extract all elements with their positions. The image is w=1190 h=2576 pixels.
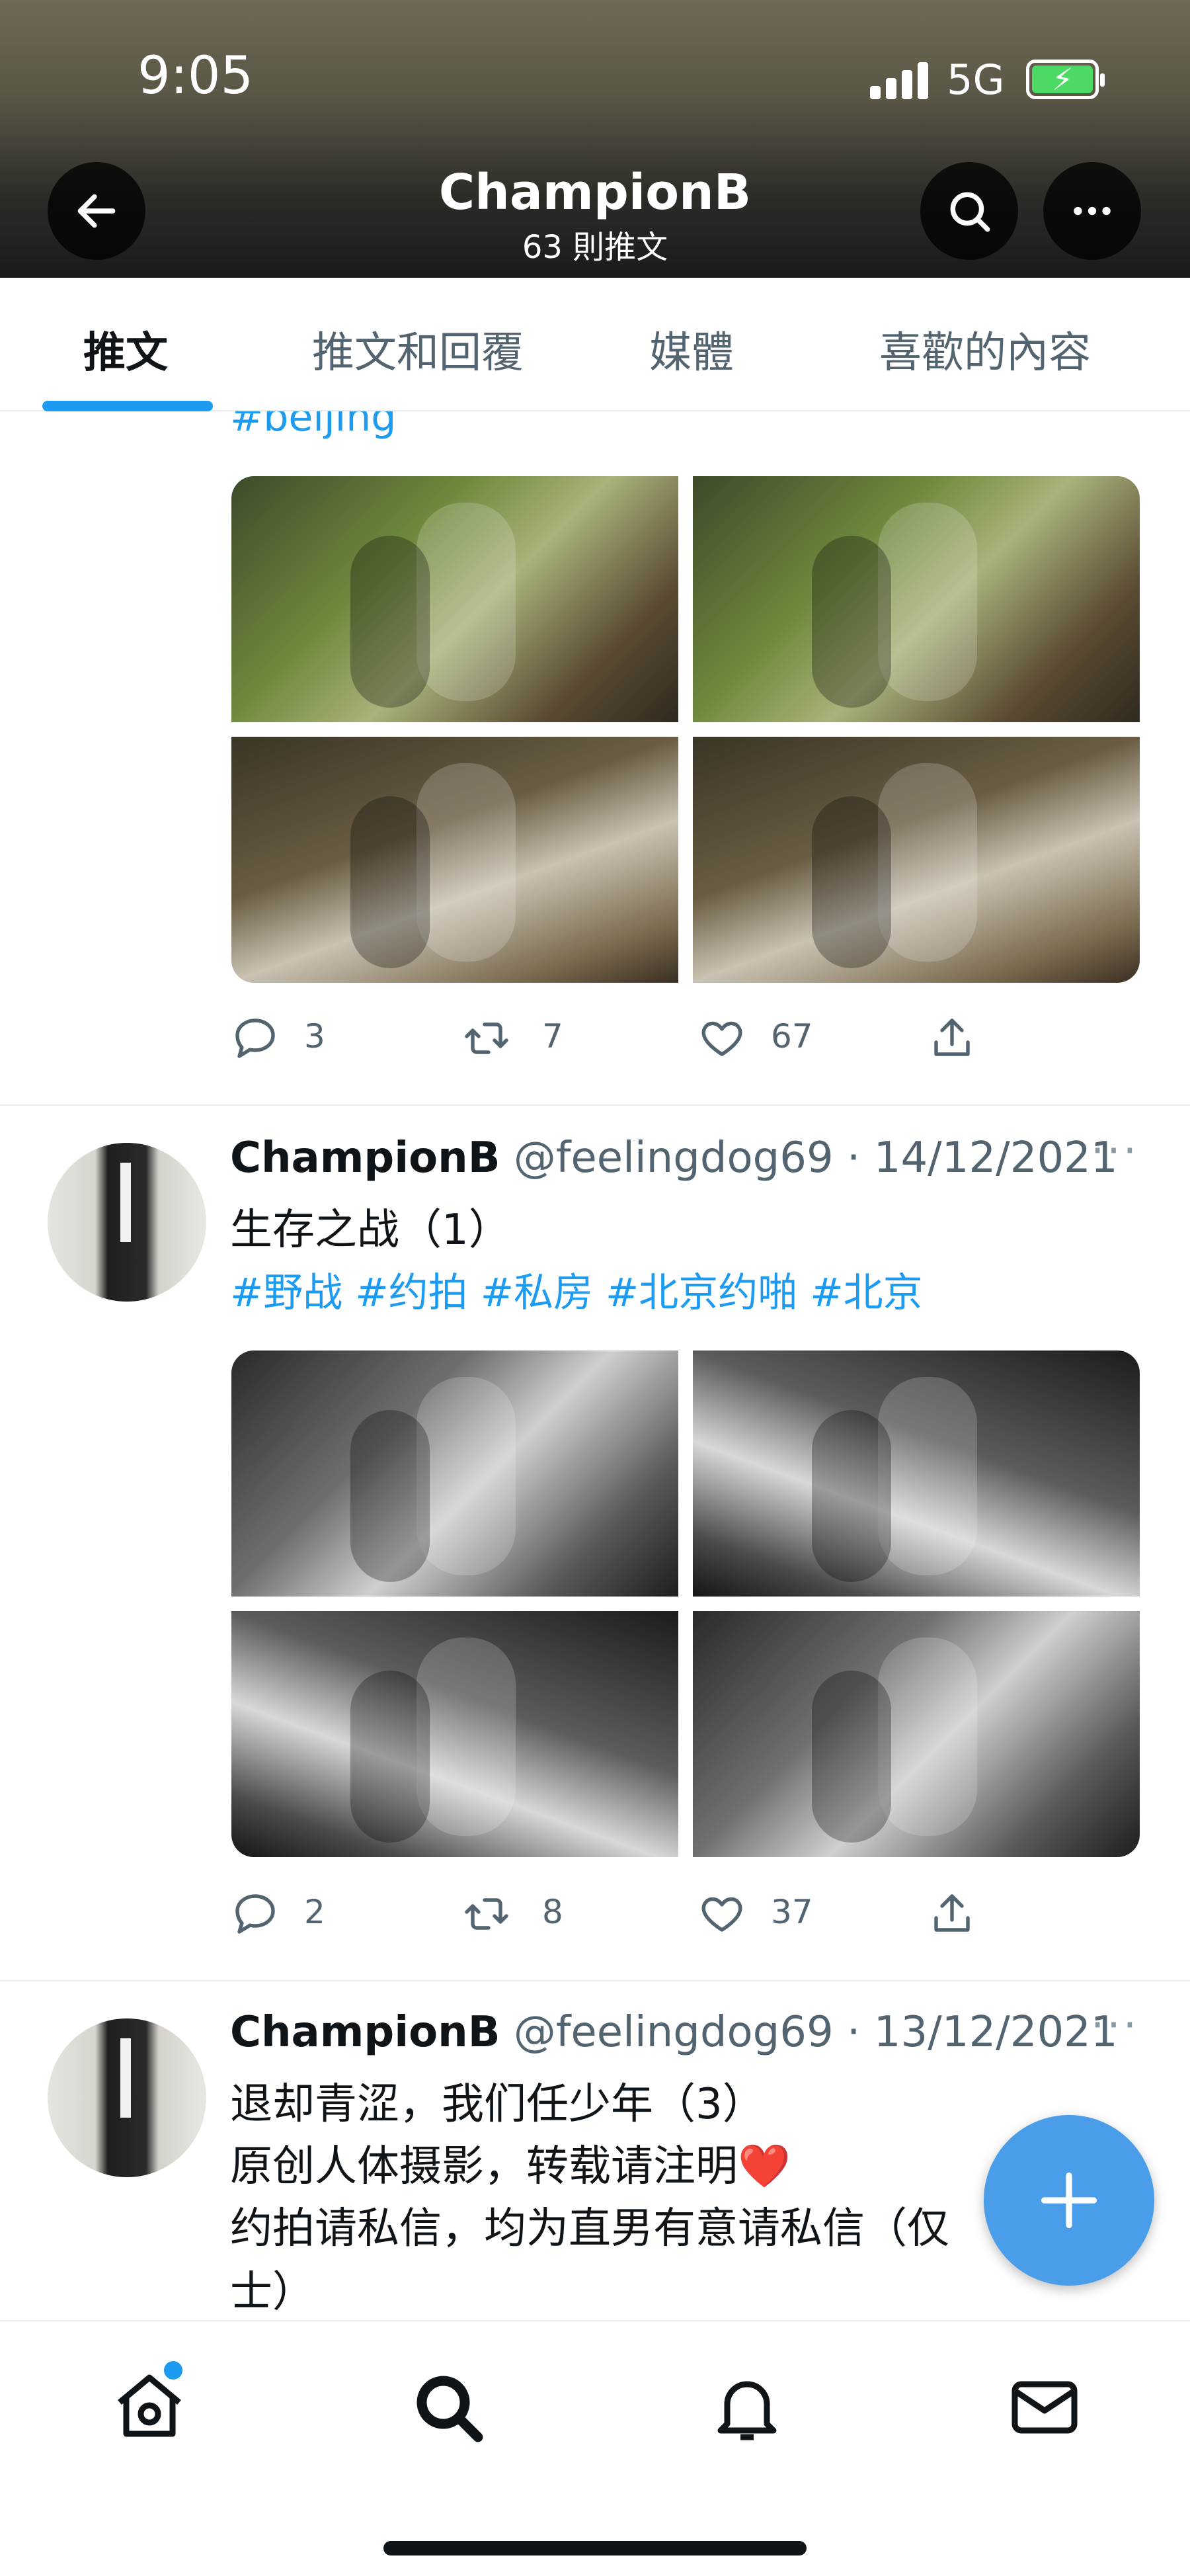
tweet-photo[interactable] xyxy=(693,1350,1140,1597)
tweet-divider xyxy=(0,1104,1190,1106)
tweet-actions: 3 7 67 xyxy=(231,1008,1091,1067)
messages-icon xyxy=(1012,2381,1078,2434)
red-heart-emoji-icon: ❤️ xyxy=(738,2142,791,2191)
author-handle[interactable]: @feelingdog69 xyxy=(514,2008,834,2057)
share-icon xyxy=(934,1894,970,1932)
tweet-media-grid[interactable] xyxy=(231,1611,1142,1860)
tweet-text-line: 约拍请私信，均为直男有意请私信（仅 xyxy=(230,2204,949,2253)
share-button[interactable] xyxy=(928,1884,994,1943)
like-button[interactable]: 67 xyxy=(698,1008,830,1067)
tweet-photo[interactable] xyxy=(231,1611,678,1857)
more-icon xyxy=(1074,206,1111,216)
status-time: 9:05 xyxy=(138,46,254,106)
like-count: 67 xyxy=(771,1017,813,1056)
like-icon xyxy=(701,1897,742,1932)
like-icon xyxy=(701,1021,742,1056)
unread-dot xyxy=(164,2361,182,2380)
reply-count: 2 xyxy=(304,1893,325,1931)
signal-icon xyxy=(870,61,931,99)
battery-icon: ⚡ xyxy=(1026,60,1105,99)
author-name[interactable]: ChampionB xyxy=(230,1134,500,1183)
active-tab-indicator xyxy=(42,401,213,411)
network-label: 5G xyxy=(947,56,1005,104)
tab-likes[interactable]: 喜歡的內容 xyxy=(879,319,1091,380)
retweet-icon xyxy=(465,1898,508,1930)
tweet-hashtags[interactable]: #野战 #约拍 #私房 #北京约啪 #北京 xyxy=(230,1261,923,1318)
tweet-more-button[interactable]: ··· xyxy=(1091,2001,1139,2050)
home-icon xyxy=(118,2374,181,2437)
reply-button[interactable]: 3 xyxy=(231,1008,364,1067)
retweet-button[interactable]: 8 xyxy=(463,1884,595,1943)
tab-media[interactable]: 媒體 xyxy=(649,319,734,380)
compose-plus-icon xyxy=(1041,2172,1097,2229)
tweet-text: 生存之战（1） xyxy=(230,1206,511,1255)
search-icon xyxy=(950,192,990,232)
retweet-count: 7 xyxy=(542,1017,563,1056)
nav-home[interactable] xyxy=(110,2361,189,2447)
tweet-text-segment: 原创人体摄影，转载请注明 xyxy=(230,2142,738,2191)
tweet-text-line: 原创人体摄影，转载请注明❤️ xyxy=(230,2132,791,2193)
avatar[interactable] xyxy=(48,2018,206,2177)
notifications-icon xyxy=(717,2381,777,2440)
reply-count: 3 xyxy=(304,1017,325,1056)
like-count: 37 xyxy=(771,1893,813,1931)
tweet-actions: 2 8 37 xyxy=(231,1884,1091,1943)
tweet-more-button[interactable]: ··· xyxy=(1091,1127,1139,1176)
tweet-media-grid[interactable] xyxy=(231,737,1142,985)
tweet-photo[interactable] xyxy=(231,737,678,983)
share-button[interactable] xyxy=(928,1008,994,1067)
more-button[interactable] xyxy=(1043,162,1141,260)
share-icon xyxy=(934,1018,970,1056)
tweet-text-line: 士） xyxy=(230,2268,315,2317)
avatar[interactable] xyxy=(48,1143,206,1302)
profile-tabs: 推文 推文和回覆 媒體 喜歡的內容 xyxy=(0,278,1190,411)
tab-tweets-and-replies[interactable]: 推文和回覆 xyxy=(312,319,524,380)
reply-icon xyxy=(235,1894,275,1934)
tweet-media-grid[interactable] xyxy=(231,476,1142,725)
nav-explore[interactable] xyxy=(409,2368,488,2447)
tweet-photo[interactable] xyxy=(693,1611,1140,1857)
retweet-button[interactable]: 7 xyxy=(463,1008,595,1067)
author-name[interactable]: ChampionB xyxy=(230,2008,500,2057)
author-handle[interactable]: @feelingdog69 xyxy=(514,1134,834,1183)
retweet-icon xyxy=(465,1022,508,1054)
tweet-date[interactable]: 13/12/2021 xyxy=(874,2008,1118,2057)
header-separator: · xyxy=(847,1134,861,1183)
tweet-media-grid[interactable] xyxy=(231,1350,1142,1599)
tweet-header: ChampionB @feelingdog69 · 14/12/2021 xyxy=(230,1134,1118,1183)
search-button[interactable] xyxy=(920,162,1018,260)
tweet-photo[interactable] xyxy=(693,476,1140,722)
tweet-divider xyxy=(0,1980,1190,1981)
tweet-text-line: 退却青涩，我们任少年（3） xyxy=(230,2080,765,2129)
compose-tweet-button[interactable] xyxy=(984,2115,1154,2286)
reply-icon xyxy=(235,1018,275,1058)
profile-header: 9:05 5G ⚡ ChampionB 63 則推文 xyxy=(0,0,1190,278)
tab-tweets[interactable]: 推文 xyxy=(83,319,168,380)
nav-notifications[interactable] xyxy=(707,2368,787,2447)
like-button[interactable]: 37 xyxy=(698,1884,830,1943)
explore-search-icon xyxy=(416,2376,483,2442)
home-indicator xyxy=(383,2541,807,2555)
bottom-navigation xyxy=(0,2320,1190,2576)
tweet-photo[interactable] xyxy=(231,476,678,722)
tweet-header: ChampionB @feelingdog69 · 13/12/2021 xyxy=(230,2008,1118,2057)
tweet-photo[interactable] xyxy=(231,1350,678,1597)
tweet-photo[interactable] xyxy=(693,737,1140,983)
retweet-count: 8 xyxy=(542,1893,563,1931)
tweet-date[interactable]: 14/12/2021 xyxy=(874,1134,1118,1183)
header-separator: · xyxy=(847,2008,861,2057)
reply-button[interactable]: 2 xyxy=(231,1884,364,1943)
nav-messages[interactable] xyxy=(1005,2368,1084,2447)
